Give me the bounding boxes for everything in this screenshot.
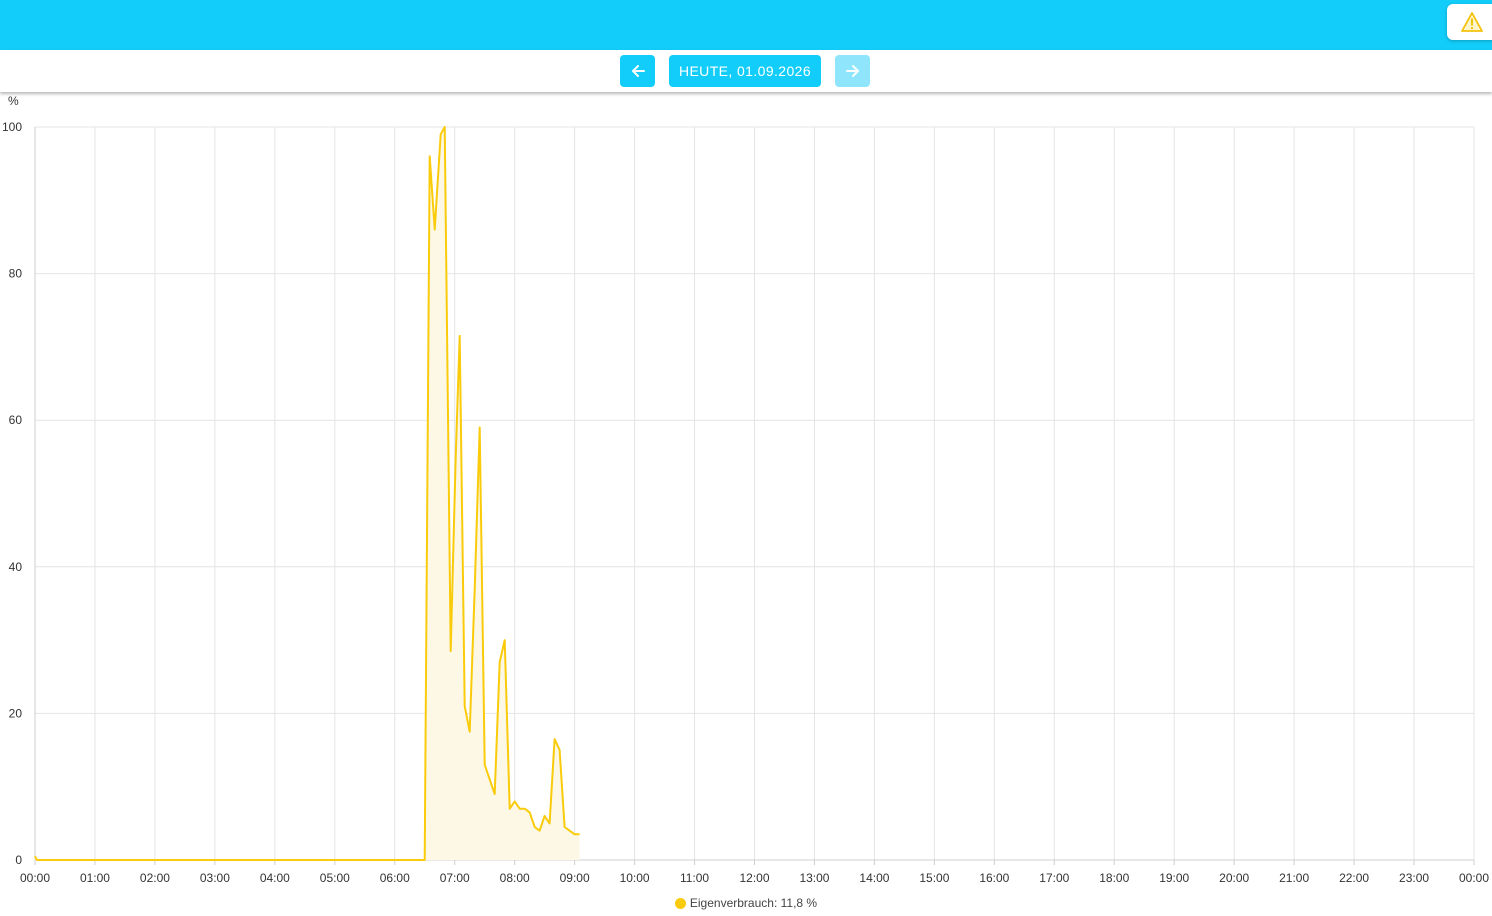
x-tick-label: 08:00 <box>500 871 530 885</box>
x-tick-label: 16:00 <box>979 871 1009 885</box>
self-consumption-chart: 0 20 40 60 80 100 00:00 01:00 02:00 03:00 04:00 05… <box>2 94 1489 885</box>
x-tick-label: 11:00 <box>680 871 709 885</box>
x-tick-label: 19:00 <box>1159 871 1189 885</box>
x-tick-label: 13:00 <box>799 871 829 885</box>
x-tick-label: 12:00 <box>739 871 769 885</box>
x-tick-label: 18:00 <box>1099 871 1129 885</box>
y-tick-label: 100 <box>2 120 22 134</box>
date-selector-button[interactable]: HEUTE, 01.09.2026 <box>669 55 821 87</box>
x-tick-label: 00:00 <box>20 871 50 885</box>
x-tick-label: 15:00 <box>919 871 949 885</box>
x-tick-label: 03:00 <box>200 871 230 885</box>
series-layer <box>34 126 580 861</box>
x-tick-label: 01:00 <box>80 871 110 885</box>
x-tick-label: 21:00 <box>1279 871 1309 885</box>
y-tick-label: 80 <box>9 267 23 281</box>
date-label: HEUTE, 01.09.2026 <box>678 63 812 79</box>
x-tick-label: 07:00 <box>440 871 470 885</box>
y-tick-label: 20 <box>9 706 23 720</box>
warning-triangle-icon <box>1461 12 1483 32</box>
x-tick-label: 02:00 <box>140 871 170 885</box>
legend-marker <box>674 897 686 909</box>
x-tick-label: 00:00 <box>1459 871 1489 885</box>
next-day-button[interactable] <box>835 55 870 87</box>
x-tick-label: 20:00 <box>1219 871 1249 885</box>
y-tick-label: 40 <box>9 560 23 574</box>
x-tick-label: 10:00 <box>620 871 650 885</box>
x-tick-label: 04:00 <box>260 871 290 885</box>
arrow-right-icon <box>845 65 859 77</box>
chart-legend[interactable]: Eigenverbrauch: 11,8 % <box>0 896 1492 910</box>
date-navigation: HEUTE, 01.09.2026 <box>0 50 1492 92</box>
x-tick-label: 22:00 <box>1339 871 1369 885</box>
arrow-left-icon <box>631 65 645 77</box>
y-axis: 0 20 40 60 80 100 <box>2 120 36 867</box>
x-tick-label: 09:00 <box>560 871 590 885</box>
y-axis-label: % <box>8 94 19 108</box>
series-area <box>35 127 580 860</box>
x-axis: 00:00 01:00 02:00 03:00 04:00 05:00 06:00 07:00… <box>20 859 1489 885</box>
chart-grid <box>34 126 1475 861</box>
x-tick-label: 06:00 <box>380 871 410 885</box>
x-tick-label: 17:00 <box>1039 871 1069 885</box>
warning-button[interactable] <box>1447 4 1492 40</box>
previous-day-button[interactable] <box>620 55 655 87</box>
y-tick-label: 60 <box>9 413 23 427</box>
app-header <box>0 0 1492 50</box>
legend-label: Eigenverbrauch: 11,8 % <box>689 896 818 910</box>
x-tick-label: 23:00 <box>1399 871 1429 885</box>
x-tick-label: 14:00 <box>859 871 889 885</box>
y-tick-label: 0 <box>15 853 22 867</box>
x-tick-label: 05:00 <box>320 871 350 885</box>
